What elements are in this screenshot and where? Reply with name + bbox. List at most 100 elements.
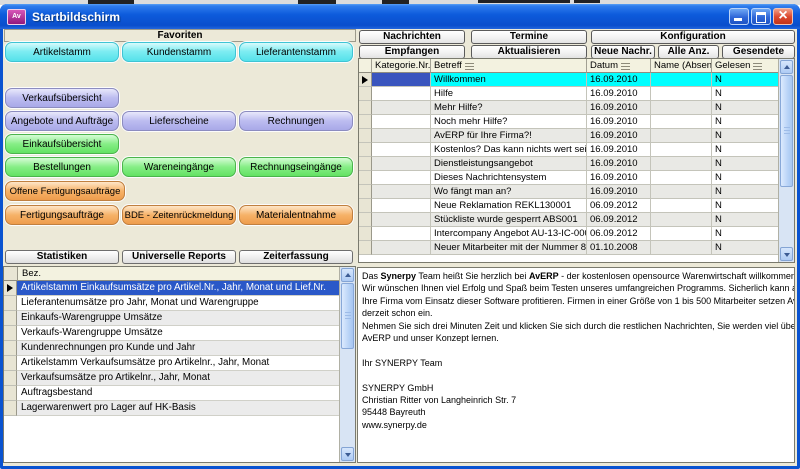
table-row[interactable]: Mehr Hilfe? 16.09.2010 N <box>359 101 779 115</box>
list-item[interactable]: Verkaufs-Warengruppe Umsätze <box>4 326 340 341</box>
cell-kategorie <box>372 227 431 241</box>
nachrichten-button[interactable]: Nachrichten <box>359 30 465 44</box>
list-item[interactable]: Einkaufs-Warengruppe Umsätze <box>4 311 340 326</box>
memo-line: 95448 Bayreuth <box>362 406 794 418</box>
cell-gelesen: N <box>712 171 779 185</box>
list-item-label: Artikelstamm Verkaufsumsätze pro Artikel… <box>17 356 340 371</box>
neue-nachrichten-button[interactable]: Neue Nachr. <box>591 45 655 59</box>
table-row[interactable]: Intercompany Angebot AU-13-IC-00001 06.0… <box>359 227 779 241</box>
table-row[interactable]: Dienstleistungsangebot 16.09.2010 N <box>359 157 779 171</box>
angebote-auftraege-button[interactable]: Angebote und Aufträge <box>5 111 119 131</box>
gesendete-button[interactable]: Gesendete <box>722 45 795 59</box>
cell-gelesen: N <box>712 101 779 115</box>
list-item[interactable]: Lagerwarenwert pro Lager auf HK-Basis <box>4 401 340 416</box>
list-item[interactable]: Lieferantenumsätze pro Jahr, Monat und W… <box>4 296 340 311</box>
list-item[interactable]: Auftragsbestand <box>4 386 340 401</box>
memo-text: Das <box>362 271 381 281</box>
close-icon[interactable] <box>773 8 793 25</box>
kundenstamm-button[interactable]: Kundenstamm <box>122 42 236 62</box>
cell-betreff: Dienstleistungsangebot <box>431 157 587 171</box>
row-marker-gutter <box>359 199 372 213</box>
messages-table-scrollbar[interactable] <box>778 59 794 262</box>
memo-text: - der kostenlosen opensource Warenwirtsc… <box>559 271 794 281</box>
scrollbar-thumb[interactable] <box>780 75 793 187</box>
bestellungen-button[interactable]: Bestellungen <box>5 157 119 177</box>
konfiguration-button[interactable]: Konfiguration <box>591 30 795 44</box>
scroll-up-icon[interactable] <box>780 60 793 74</box>
cell-kategorie <box>372 213 431 227</box>
fertigungsauftraege-button[interactable]: Fertigungsaufträge <box>5 205 119 225</box>
cell-betreff: Neuer Mitarbeiter mit der Nummer 8 <box>431 241 587 255</box>
row-marker-gutter <box>359 171 372 185</box>
lieferantenstamm-button[interactable]: Lieferantenstamm <box>239 42 353 62</box>
offene-fertigungsauftraege-button[interactable]: Offene Fertigungsaufträge <box>5 181 125 201</box>
table-row[interactable]: Neuer Mitarbeiter mit der Nummer 8 01.10… <box>359 241 779 255</box>
table-row[interactable]: Hilfe 16.09.2010 N <box>359 87 779 101</box>
einkaufsuebersicht-button[interactable]: Einkaufsübersicht <box>5 134 119 154</box>
list-item[interactable]: Verkaufsumsätze pro Artikelnr., Jahr, Mo… <box>4 371 340 386</box>
cell-gelesen: N <box>712 115 779 129</box>
cell-datum: 16.09.2010 <box>587 143 651 157</box>
termine-button[interactable]: Termine <box>471 30 587 44</box>
cell-name <box>651 241 712 255</box>
universelle-reports-button[interactable]: Universelle Reports <box>122 250 236 264</box>
message-body-memo[interactable]: Das Synerpy Team heißt Sie herzlich bei … <box>357 267 795 463</box>
report-list-header-gutter <box>4 267 18 281</box>
cell-kategorie <box>372 185 431 199</box>
messages-table-body: Kategorie.Nr. Betreff Datum Name (Absend… <box>359 59 779 262</box>
column-header-betreff[interactable]: Betreff <box>431 59 587 73</box>
table-row[interactable]: Willkommen 16.09.2010 N <box>359 73 779 87</box>
row-marker-gutter <box>359 143 372 157</box>
statistiken-button[interactable]: Statistiken <box>5 250 119 264</box>
column-header-name-absender[interactable]: Name (Absende <box>651 59 712 73</box>
lieferscheine-button[interactable]: Lieferscheine <box>122 111 236 131</box>
minimize-icon[interactable] <box>729 8 749 25</box>
favorites-row-reports: Statistiken Universelle Reports Zeiterfa… <box>3 250 356 264</box>
aktualisieren-button[interactable]: Aktualisieren <box>471 45 587 59</box>
memo-line-welcome: Das Synerpy Team heißt Sie herzlich bei … <box>362 270 794 282</box>
filter-icon <box>465 63 474 70</box>
scroll-down-icon[interactable] <box>341 447 354 461</box>
restore-icon[interactable] <box>751 8 771 25</box>
table-row[interactable]: Stückliste wurde gesperrt ABS001 06.09.2… <box>359 213 779 227</box>
report-list-header-bez[interactable]: Bez. <box>18 267 340 281</box>
list-item-label: Einkaufs-Warengruppe Umsätze <box>17 311 340 326</box>
bde-zeitenrueckmeldung-button[interactable]: BDE - Zeitenrückmeldung <box>122 205 236 225</box>
averp-app-icon: Av <box>7 9 26 25</box>
empfangen-button[interactable]: Empfangen <box>359 45 465 59</box>
verkaufsuebersicht-button[interactable]: Verkaufsübersicht <box>5 88 119 108</box>
row-marker-gutter <box>359 227 372 241</box>
scroll-down-icon[interactable] <box>780 247 793 261</box>
row-marker-gutter <box>4 311 17 326</box>
rechnungseingaenge-button[interactable]: Rechnungseingänge <box>239 157 353 177</box>
table-row[interactable]: Kostenlos? Das kann nichts wert sein! 16… <box>359 143 779 157</box>
zeiterfassung-button[interactable]: Zeiterfassung <box>239 250 353 264</box>
artikelstamm-button[interactable]: Artikelstamm <box>5 42 119 62</box>
list-item[interactable]: Kundenrechnungen pro Kunde und Jahr <box>4 341 340 356</box>
table-row[interactable]: AvERP für Ihre Firma?! 16.09.2010 N <box>359 129 779 143</box>
rechnungen-button[interactable]: Rechnungen <box>239 111 353 131</box>
column-header-datum[interactable]: Datum <box>587 59 651 73</box>
table-row[interactable]: Noch mehr Hilfe? 16.09.2010 N <box>359 115 779 129</box>
alle-anzeigen-button[interactable]: Alle Anz. <box>658 45 719 59</box>
wareneingaenge-button[interactable]: Wareneingänge <box>122 157 236 177</box>
report-list-scrollbar[interactable] <box>339 267 355 462</box>
cell-datum: 06.09.2012 <box>587 227 651 241</box>
table-row[interactable]: Wo fängt man an? 16.09.2010 N <box>359 185 779 199</box>
column-header-gelesen[interactable]: Gelesen <box>712 59 779 73</box>
cell-betreff: Dieses Nachrichtensystem <box>431 171 587 185</box>
table-row[interactable]: Neue Reklamation REKL130001 06.09.2012 N <box>359 199 779 213</box>
materialentnahme-button[interactable]: Materialentnahme <box>239 205 353 225</box>
cell-name <box>651 185 712 199</box>
row-marker-gutter <box>4 296 17 311</box>
table-row[interactable]: Dieses Nachrichtensystem 16.09.2010 N <box>359 171 779 185</box>
list-item[interactable]: Artikelstamm Verkaufsumsätze pro Artikel… <box>4 356 340 371</box>
list-item-label: Verkaufs-Warengruppe Umsätze <box>17 326 340 341</box>
scrollbar-thumb[interactable] <box>341 283 354 349</box>
row-marker-gutter <box>4 371 17 386</box>
cell-kategorie <box>372 241 431 255</box>
report-list-body: Bez. Artikelstamm Einkaufsumsätze pro Ar… <box>4 267 340 462</box>
scroll-up-icon[interactable] <box>341 268 354 282</box>
list-item[interactable]: Artikelstamm Einkaufsumsätze pro Artikel… <box>4 281 340 296</box>
column-header-kategorie[interactable]: Kategorie.Nr. <box>372 59 431 73</box>
